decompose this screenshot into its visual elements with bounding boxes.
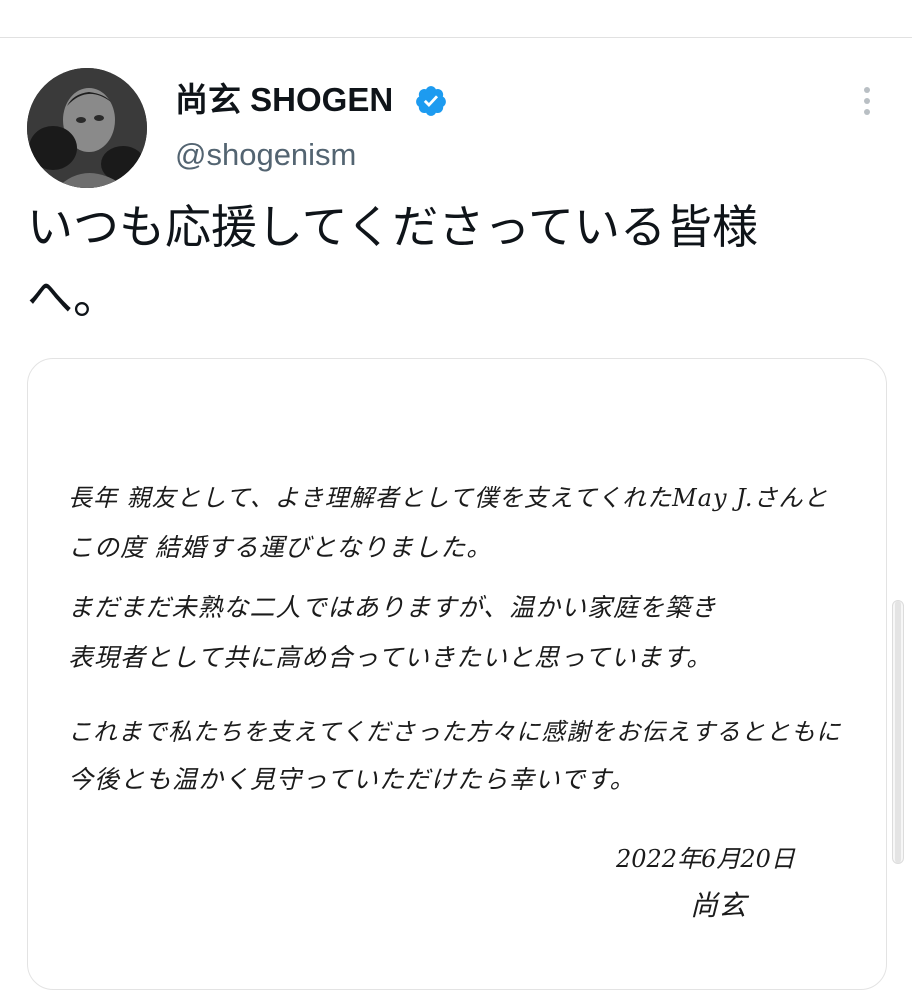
attached-letter-image[interactable]: 長年 親友として、よき理解者として僕を支えてくれたMay J.さんと この度 結… xyxy=(27,358,887,990)
display-name[interactable]: 尚玄 SHOGEN xyxy=(175,80,393,120)
top-divider xyxy=(0,37,912,38)
avatar[interactable] xyxy=(27,68,147,188)
tweet-text-line: いつも応援してくださっている皆様 xyxy=(27,200,758,254)
boxer-photo-avatar xyxy=(27,68,147,188)
letter-date: 2022年6月20日 xyxy=(616,845,795,873)
more-options-button[interactable] xyxy=(852,84,882,118)
letter-line: まだまだ未熟な二人ではありますが、温かい家庭を築き xyxy=(68,593,718,622)
letter-line: 今後とも温かく見守っていただけたら幸いです。 xyxy=(68,765,636,794)
letter-signature: 尚玄 xyxy=(690,889,747,922)
tweet-text-line: へ。 xyxy=(27,270,119,324)
tweet-text: いつも応援してくださっている皆様 へ。 xyxy=(27,192,867,332)
letter-line: これまで私たちを支えてくださった方々に感謝をお伝えするとともに xyxy=(68,718,842,746)
user-handle[interactable]: @shogenism xyxy=(175,136,356,174)
verified-badge-icon xyxy=(416,86,446,116)
more-vertical-icon xyxy=(864,87,870,93)
letter-line: 長年 親友として、よき理解者として僕を支えてくれたMay J.さんと xyxy=(68,484,829,512)
scrollbar-thumb[interactable] xyxy=(895,601,901,863)
letter-line: この度 結婚する運びとなりました。 xyxy=(68,533,493,562)
scrollbar[interactable] xyxy=(892,600,904,864)
letter-line: 表現者として共に高め合っていきたいと思っています。 xyxy=(68,643,713,672)
